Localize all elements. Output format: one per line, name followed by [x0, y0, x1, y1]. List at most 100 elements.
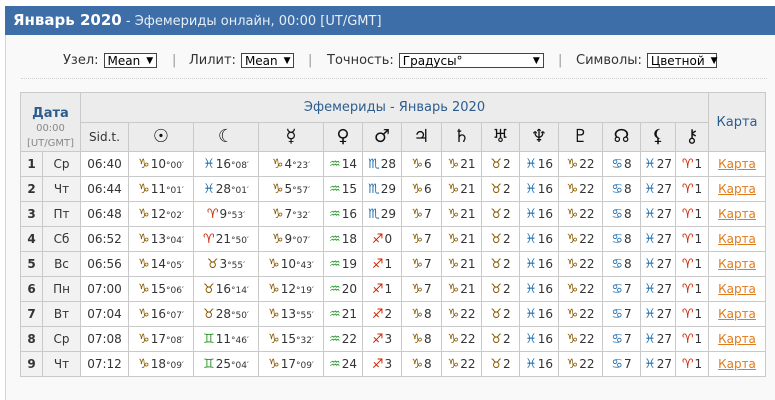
minute-value: 57	[296, 185, 309, 196]
degree-value: 15	[150, 281, 166, 296]
degree-value: 3	[219, 256, 228, 271]
zodiac-sign-icon: ♈	[206, 206, 219, 222]
zodiac-sign-icon: ♋	[611, 231, 623, 247]
table-row: 6 Пн 07:00 ♑15°06′ ♉16°14′ ♑12°19′ ♒20 ♐1 ♑7 ♑21 ♉…	[20, 276, 766, 302]
zodiac-sign-icon: ♓	[644, 356, 656, 372]
minute-value: 07	[170, 310, 182, 321]
uranus-icon: ♅	[481, 121, 520, 152]
table-row: 7 Вт 07:04 ♑16°07′ ♉28°50′ ♑13°55′ ♒21 ♐2 ♑8 ♑22 ♉…	[20, 301, 766, 327]
zodiac-sign-icon: ♐	[371, 281, 384, 297]
precision-select[interactable]: Градусы° ▼	[398, 53, 544, 68]
page-subtitle: - Эфемериды онлайн, 00:00 [UT/GMT]	[121, 14, 382, 29]
mercury-icon: ☿	[258, 121, 324, 152]
degree-value: 1	[384, 281, 393, 296]
day-number: 8	[20, 326, 43, 352]
position-cell: ♑16°07′	[128, 301, 194, 327]
venus-icon: ♀	[323, 121, 363, 152]
degree-value: 4	[284, 156, 293, 171]
degree-value: 1	[694, 181, 703, 196]
chart-link[interactable]: Карта	[718, 157, 756, 171]
minute-value: 04	[235, 360, 247, 371]
position-cell: ♑21	[441, 226, 482, 252]
position-cell: ♐3	[362, 326, 402, 352]
lilith-select[interactable]: Mean ▼	[240, 53, 294, 68]
sidereal-time: 07:00	[80, 276, 129, 302]
zodiac-sign-icon: ♑	[268, 331, 280, 347]
zodiac-sign-icon: ♑	[138, 231, 150, 247]
minute-value: 55	[300, 310, 312, 321]
degree-value: 16	[150, 306, 166, 321]
table-body: 1 Ср 06:40 ♑10°00′ ♓16°08′ ♑4°23′ ♒14 ♏28 ♑6 ♑21 ♉…	[20, 151, 766, 377]
position-cell: ♑22	[558, 251, 603, 277]
chart-link[interactable]: Карта	[718, 182, 756, 196]
zodiac-sign-icon: ♑	[138, 181, 150, 197]
chart-link[interactable]: Карта	[718, 207, 756, 221]
node-select[interactable]: Mean ▼	[103, 53, 157, 68]
zodiac-sign-icon: ♑	[447, 306, 460, 322]
position-cell: ♑22	[558, 176, 603, 202]
sidereal-time: 06:40	[80, 151, 129, 177]
position-cell: ♉2	[481, 176, 520, 202]
zodiac-sign-icon: ♏	[368, 181, 380, 197]
degree-value: 16	[537, 306, 553, 321]
zodiac-sign-icon: ♑	[411, 256, 423, 272]
table-row: 5 Вс 06:56 ♑14°05′ ♉3°55′ ♑10°43′ ♒19 ♐1 ♑7 ♑21 ♉2…	[20, 251, 766, 277]
separator: |	[172, 53, 177, 68]
degree-value: 12	[150, 206, 166, 221]
position-cell: ♑22	[558, 301, 603, 327]
day-of-week: Вс	[42, 251, 81, 277]
chart-link[interactable]: Карта	[718, 307, 756, 321]
day-of-week: Чт	[42, 351, 81, 377]
minute-value: 50	[235, 310, 247, 321]
position-cell: ♉3°55′	[193, 251, 259, 277]
minute-value: 09	[300, 360, 312, 371]
table-row: 9 Чт 07:12 ♑18°09′ ♊25°04′ ♑17°09′ ♒24 ♐3 ♑8 ♑22 ♉…	[20, 351, 766, 377]
zodiac-sign-icon: ♈	[681, 206, 694, 222]
zodiac-sign-icon: ♈	[681, 306, 694, 322]
chart-link[interactable]: Карта	[718, 332, 756, 346]
position-cell: ♑10°43′	[258, 251, 324, 277]
zodiac-sign-icon: ♑	[138, 206, 150, 222]
degree-value: 22	[579, 306, 595, 321]
day-number: 2	[20, 176, 43, 202]
minute-symbol: ′	[181, 210, 184, 221]
zodiac-sign-icon: ♑	[447, 156, 460, 172]
position-cell: ♑15°06′	[128, 276, 194, 302]
position-cell: ♉2	[481, 276, 520, 302]
degree-value: 7	[424, 256, 432, 271]
position-cell: ♑22	[441, 351, 482, 377]
chart-link[interactable]: Карта	[718, 232, 756, 246]
degree-value: 10	[150, 156, 166, 171]
position-cell: ♐2	[362, 301, 402, 327]
day-of-week: Чт	[42, 176, 81, 202]
zodiac-sign-icon: ♑	[566, 206, 579, 222]
table-row: 8 Ср 07:08 ♑17°08′ ♊11°46′ ♑15°32′ ♒22 ♐3 ♑8 ♑22 ♉…	[20, 326, 766, 352]
minute-symbol: ′	[246, 335, 249, 346]
zodiac-sign-icon: ♑	[566, 281, 579, 297]
minute-symbol: ′	[181, 285, 184, 296]
minute-value: 14	[235, 285, 247, 296]
chart-link[interactable]: Карта	[718, 357, 756, 371]
zodiac-sign-icon: ♐	[371, 356, 384, 372]
day-number: 6	[20, 276, 43, 302]
zodiac-sign-icon: ♑	[268, 356, 280, 372]
symbols-select[interactable]: Цветной ▼	[646, 53, 718, 68]
chart-link[interactable]: Карта	[718, 282, 756, 296]
position-cell: ♒21	[323, 301, 363, 327]
pluto-icon: ♇	[558, 121, 603, 152]
ephemeris-table: Дата 00:00 [UT/GMT] Эфемериды - Январь 2…	[20, 92, 766, 377]
minute-value: 06	[170, 285, 182, 296]
zodiac-sign-icon: ♑	[138, 156, 150, 172]
minute-value: 09	[170, 360, 182, 371]
zodiac-sign-icon: ♊	[203, 356, 215, 372]
minute-symbol: ′	[308, 235, 311, 246]
zodiac-sign-icon: ♓	[644, 281, 656, 297]
zodiac-sign-icon: ♑	[411, 281, 423, 297]
saturn-icon: ♄	[441, 121, 482, 152]
chart-link[interactable]: Карта	[718, 257, 756, 271]
degree-value: 28	[215, 306, 231, 321]
zodiac-sign-icon: ♉	[490, 256, 502, 272]
lilith-icon: ⚸	[640, 121, 676, 152]
degree-value: 27	[656, 156, 672, 171]
zodiac-sign-icon: ♓	[203, 181, 215, 197]
